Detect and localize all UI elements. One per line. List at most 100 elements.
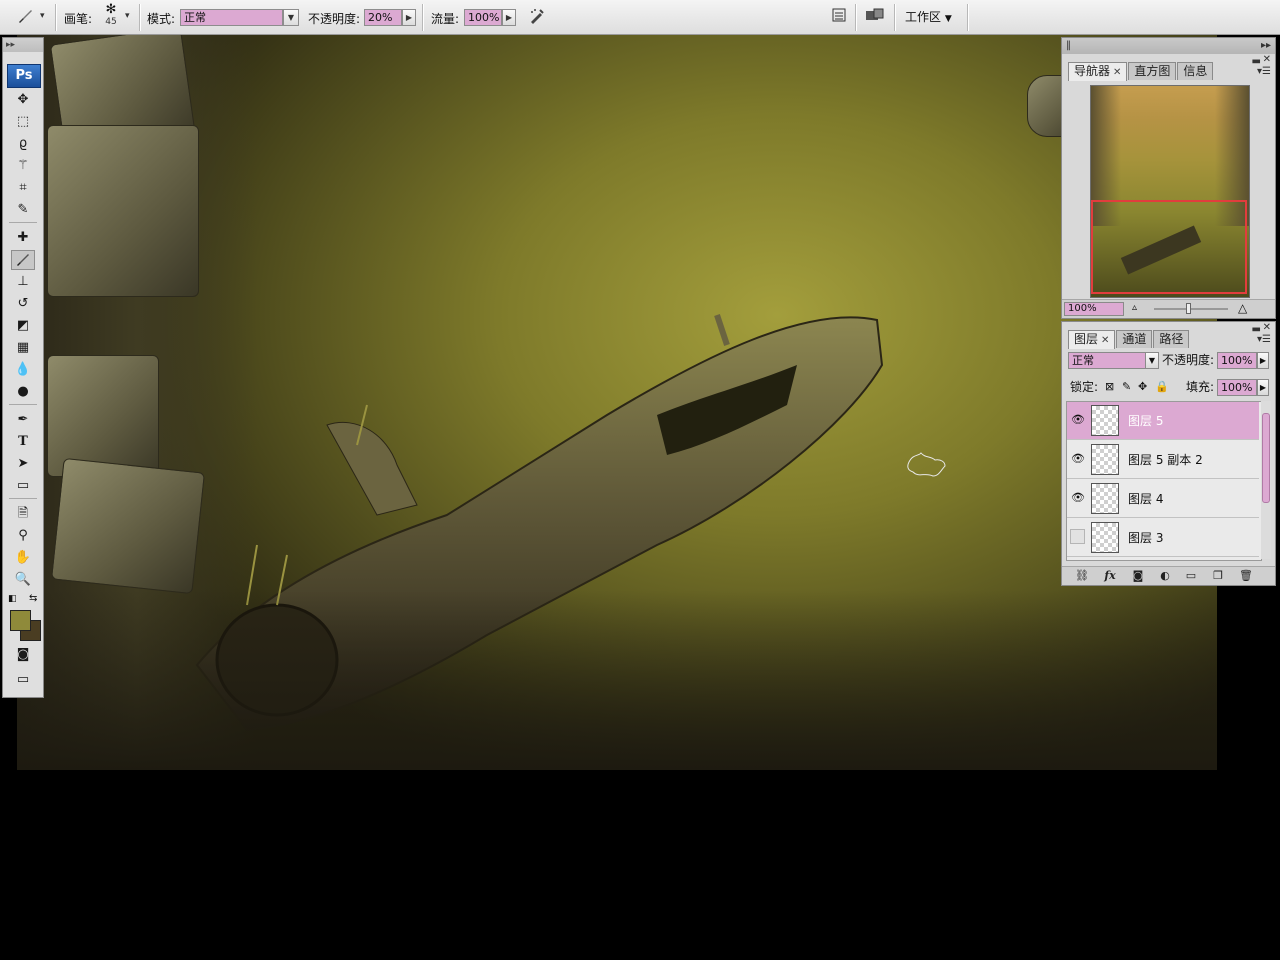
lock-image-icon[interactable]: ✎ bbox=[1122, 380, 1131, 393]
default-colors-icon[interactable]: ◧ bbox=[8, 594, 17, 604]
tab-histogram[interactable]: 直方图 bbox=[1128, 62, 1177, 80]
zoom-slider-knob[interactable] bbox=[1186, 303, 1191, 314]
crop-tool-icon[interactable]: ⌗ bbox=[11, 178, 35, 198]
opacity-slider-arrow-icon[interactable]: ▶ bbox=[402, 9, 416, 26]
swap-colors-icon[interactable]: ⇆ bbox=[29, 593, 37, 604]
ps-logo[interactable]: Ps bbox=[7, 64, 41, 88]
document-canvas[interactable] bbox=[17, 35, 1217, 770]
navigator-view-box[interactable] bbox=[1091, 200, 1247, 294]
link-layers-icon[interactable]: ⛓ bbox=[1074, 569, 1090, 582]
bridge-icon[interactable] bbox=[864, 7, 886, 29]
hand-tool-icon[interactable]: ✋ bbox=[11, 548, 35, 568]
layer-row[interactable]: 图层 3 bbox=[1067, 519, 1259, 557]
layer-style-fx-icon[interactable]: fx bbox=[1102, 569, 1118, 582]
marquee-tool-icon[interactable]: ⬚ bbox=[11, 112, 35, 132]
layer-row[interactable]: 👁 图层 4 bbox=[1067, 480, 1259, 518]
layer-opacity-field[interactable]: 100% bbox=[1217, 352, 1257, 369]
panel-grip-icon[interactable]: ‖ bbox=[1066, 40, 1071, 51]
lock-all-icon[interactable]: 🔒 bbox=[1155, 380, 1169, 393]
blend-mode-arrow-icon[interactable]: ▼ bbox=[1145, 352, 1159, 369]
brush-tool-icon[interactable] bbox=[14, 7, 36, 29]
clone-stamp-tool-icon[interactable]: ⊥ bbox=[11, 272, 35, 292]
visibility-eye-icon[interactable]: 👁 bbox=[1070, 451, 1086, 467]
mode-dropdown-arrow-icon[interactable]: ▼ bbox=[283, 9, 299, 26]
zoom-tool-icon[interactable]: 🔍 bbox=[11, 570, 35, 590]
foreground-color-swatch[interactable] bbox=[10, 610, 31, 631]
navigator-thumbnail[interactable] bbox=[1090, 85, 1250, 298]
lock-position-icon[interactable]: ✥ bbox=[1138, 380, 1147, 393]
layer-name: 图层 5 bbox=[1128, 414, 1164, 428]
navigator-tabs: 导航器 ✕ 直方图 信息 bbox=[1068, 62, 1214, 81]
opacity-field[interactable]: 20% bbox=[364, 9, 402, 26]
eyedropper-tool-icon[interactable]: ⚲ bbox=[11, 526, 35, 546]
layer-opacity-arrow-icon[interactable]: ▶ bbox=[1257, 352, 1269, 369]
blend-mode-select[interactable]: 正常 bbox=[1068, 352, 1146, 369]
zoom-in-icon[interactable]: △ bbox=[1238, 301, 1247, 315]
airbrush-icon[interactable] bbox=[526, 7, 548, 29]
flow-field[interactable]: 100% bbox=[464, 9, 502, 26]
tab-navigator[interactable]: 导航器 ✕ bbox=[1068, 62, 1128, 81]
panel-menu-icon[interactable]: ▾☰ bbox=[1257, 334, 1271, 345]
slice-tool-icon[interactable]: ✎ bbox=[11, 200, 35, 220]
tool-preset-arrow-icon[interactable]: ▾ bbox=[40, 11, 45, 21]
zoom-out-icon[interactable]: ▵ bbox=[1132, 302, 1137, 313]
close-tab-icon[interactable]: ✕ bbox=[1101, 335, 1109, 346]
tab-paths[interactable]: 路径 bbox=[1153, 330, 1190, 348]
healing-brush-tool-icon[interactable]: ✚ bbox=[11, 228, 35, 248]
fill-arrow-icon[interactable]: ▶ bbox=[1257, 379, 1269, 396]
close-icon[interactable]: ✕ bbox=[1263, 322, 1271, 333]
notes-tool-icon[interactable]: 🗎 bbox=[11, 504, 35, 524]
scrollbar-thumb[interactable] bbox=[1262, 413, 1270, 503]
lock-transparent-icon[interactable]: ⊠ bbox=[1105, 380, 1114, 393]
gradient-tool-icon[interactable]: ▦ bbox=[11, 338, 35, 358]
tab-label: 图层 bbox=[1074, 332, 1099, 346]
layer-row[interactable]: 👁 图层 5 副本 2 bbox=[1067, 441, 1259, 479]
visibility-eye-icon[interactable]: 👁 bbox=[1070, 412, 1086, 428]
tab-layers[interactable]: 图层 ✕ bbox=[1068, 330, 1116, 349]
tab-channels[interactable]: 通道 bbox=[1116, 330, 1153, 348]
layer-mask-icon[interactable]: ◙ bbox=[1130, 569, 1146, 582]
shape-tool-icon[interactable]: ▭ bbox=[11, 476, 35, 496]
pen-tool-icon[interactable]: ✒ bbox=[11, 410, 35, 430]
options-bar: ▾ 画笔: ✻ 45 ▾ 模式: 正常 ▼ 不透明度: 20% ▶ 流量: 10… bbox=[0, 0, 1280, 35]
path-selection-tool-icon[interactable]: ➤ bbox=[11, 454, 35, 474]
eraser-tool-icon[interactable]: ◩ bbox=[11, 316, 35, 336]
navigator-zoom-field[interactable]: 100% bbox=[1064, 302, 1124, 316]
panel-collapse-icon[interactable]: ▸▸ bbox=[1261, 40, 1271, 51]
visibility-toggle-empty[interactable] bbox=[1070, 529, 1085, 544]
move-tool-icon[interactable]: ✥ bbox=[11, 90, 35, 110]
new-group-icon[interactable]: ▭ bbox=[1183, 569, 1199, 582]
brush-tool-icon[interactable] bbox=[11, 250, 35, 270]
palette-well-icon[interactable] bbox=[828, 7, 850, 29]
quick-mask-icon[interactable]: ◙ bbox=[11, 645, 35, 665]
layers-list: 👁 图层 5 👁 图层 5 副本 2 👁 图层 4 图层 3 bbox=[1066, 401, 1262, 561]
blur-tool-icon[interactable]: 💧 bbox=[11, 360, 35, 380]
mode-select[interactable]: 正常 bbox=[180, 9, 283, 26]
rock-formation bbox=[51, 457, 205, 595]
layer-row[interactable]: 👁 图层 5 bbox=[1067, 402, 1259, 440]
delete-layer-icon[interactable]: 🗑 bbox=[1238, 569, 1254, 582]
layers-scrollbar[interactable] bbox=[1261, 401, 1271, 559]
type-tool-icon[interactable]: T bbox=[11, 432, 35, 452]
history-brush-tool-icon[interactable]: ↺ bbox=[11, 294, 35, 314]
brush-preset-picker[interactable]: ✻ 45 bbox=[100, 3, 122, 28]
dodge-tool-icon[interactable]: ● bbox=[11, 382, 35, 402]
close-tab-icon[interactable]: ✕ bbox=[1113, 67, 1121, 78]
adjustment-layer-icon[interactable]: ◐ bbox=[1157, 569, 1173, 582]
close-icon[interactable]: ✕ bbox=[1263, 54, 1271, 65]
screen-mode-icon[interactable]: ▭ bbox=[11, 670, 35, 690]
opacity-label: 不透明度: bbox=[308, 12, 361, 26]
lasso-tool-icon[interactable]: ϱ bbox=[11, 134, 35, 154]
flow-slider-arrow-icon[interactable]: ▶ bbox=[502, 9, 516, 26]
tab-info[interactable]: 信息 bbox=[1177, 62, 1214, 80]
brush-preset-arrow-icon[interactable]: ▾ bbox=[125, 11, 130, 21]
magic-wand-tool-icon[interactable]: ⚚ bbox=[11, 156, 35, 176]
toolbox-collapse-handle[interactable]: ▸▸ bbox=[3, 38, 43, 52]
navigator-panel: ‖ ▸▸ ▬ ✕ 导航器 ✕ 直方图 信息 ▾☰ 100% ▵ △ bbox=[1061, 37, 1276, 319]
workspace-menu[interactable]: 工作区 ▼ bbox=[905, 8, 952, 25]
panel-menu-icon[interactable]: ▾☰ bbox=[1257, 66, 1271, 77]
zoom-slider-track[interactable] bbox=[1154, 308, 1228, 310]
visibility-eye-icon[interactable]: 👁 bbox=[1070, 490, 1086, 506]
new-layer-icon[interactable]: ❐ bbox=[1210, 569, 1226, 582]
fill-field[interactable]: 100% bbox=[1217, 379, 1257, 396]
